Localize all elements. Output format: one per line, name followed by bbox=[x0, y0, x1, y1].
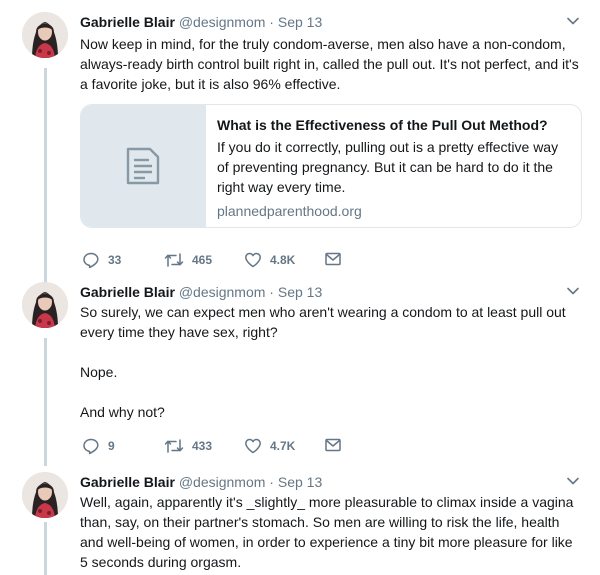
username[interactable]: @designmom bbox=[179, 474, 266, 490]
reply-icon bbox=[83, 252, 99, 269]
envelope-icon bbox=[325, 252, 341, 266]
retweet-icon bbox=[164, 439, 184, 453]
display-name[interactable]: Gabrielle Blair bbox=[80, 474, 175, 490]
separator-dot: · bbox=[269, 14, 274, 30]
tweet-header: Gabrielle Blair @designmom · Sep 13 bbox=[80, 12, 582, 32]
reply-count: 33 bbox=[108, 253, 122, 267]
tweet-date[interactable]: Sep 13 bbox=[278, 14, 322, 30]
tweet-header: Gabrielle Blair @designmom · Sep 13 bbox=[80, 472, 582, 492]
retweet-icon bbox=[164, 253, 184, 267]
tweet-paragraph: Nope. bbox=[80, 364, 118, 380]
card-body: What is the Effectiveness of the Pull Ou… bbox=[217, 115, 573, 221]
tweet-content: Gabrielle Blair @designmom · Sep 13 Now … bbox=[80, 12, 582, 270]
reply-button[interactable]: 9 bbox=[82, 436, 115, 456]
chevron-down-icon[interactable] bbox=[566, 284, 580, 298]
display-name[interactable]: Gabrielle Blair bbox=[80, 14, 175, 30]
envelope-icon bbox=[325, 438, 341, 452]
document-icon bbox=[126, 147, 160, 185]
like-button[interactable]: 4.8K bbox=[244, 250, 295, 270]
tweet-actions: 33 465 4.8K bbox=[80, 250, 582, 270]
username[interactable]: @designmom bbox=[179, 14, 266, 30]
retweet-button[interactable]: 465 bbox=[164, 250, 212, 270]
reply-icon bbox=[83, 438, 99, 455]
avatar[interactable] bbox=[22, 282, 68, 328]
card-description: If you do it correctly, pulling out is a… bbox=[217, 139, 559, 195]
tweet-paragraph: So surely, we can expect men who aren't … bbox=[80, 304, 566, 340]
card-domain: plannedparenthood.org bbox=[217, 203, 362, 219]
direct-message-button[interactable] bbox=[324, 250, 350, 268]
tweet-actions: 9 433 4.7K bbox=[80, 436, 582, 456]
tweet-paragraph: Now keep in mind, for the truly condom-a… bbox=[80, 36, 579, 92]
like-count: 4.8K bbox=[270, 253, 296, 267]
like-count: 4.7K bbox=[270, 439, 296, 453]
separator-dot: · bbox=[269, 284, 274, 300]
tweet-date[interactable]: Sep 13 bbox=[278, 284, 322, 300]
tweet-paragraph: Well, again, apparently it's _slightly_ … bbox=[80, 494, 574, 570]
chevron-down-icon[interactable] bbox=[566, 14, 580, 28]
link-card[interactable]: What is the Effectiveness of the Pull Ou… bbox=[80, 104, 582, 228]
reply-button[interactable]: 33 bbox=[82, 250, 121, 270]
tweet-text: So surely, we can expect men who aren't … bbox=[80, 302, 582, 422]
display-name[interactable]: Gabrielle Blair bbox=[80, 284, 175, 300]
retweet-count: 433 bbox=[192, 439, 213, 453]
tweet-date[interactable]: Sep 13 bbox=[278, 474, 322, 490]
tweet-header: Gabrielle Blair @designmom · Sep 13 bbox=[80, 282, 582, 302]
like-button[interactable]: 4.7K bbox=[244, 436, 295, 456]
heart-icon bbox=[245, 438, 261, 454]
separator-dot: · bbox=[269, 474, 274, 490]
thread-line bbox=[44, 338, 47, 466]
avatar[interactable] bbox=[22, 12, 68, 58]
direct-message-button[interactable] bbox=[324, 436, 350, 454]
thread-line bbox=[44, 68, 47, 282]
thread-line bbox=[44, 522, 47, 575]
card-title: What is the Effectiveness of the Pull Ou… bbox=[217, 117, 548, 133]
username[interactable]: @designmom bbox=[179, 284, 266, 300]
heart-icon bbox=[245, 252, 261, 268]
tweet-content: Gabrielle Blair @designmom · Sep 13 So s… bbox=[80, 282, 582, 456]
tweet-paragraph: And why not? bbox=[80, 404, 165, 420]
tweet-content: Gabrielle Blair @designmom · Sep 13 Well… bbox=[80, 472, 582, 572]
tweet-text: Now keep in mind, for the truly condom-a… bbox=[80, 34, 582, 94]
avatar[interactable] bbox=[22, 472, 68, 518]
reply-count: 9 bbox=[108, 439, 115, 453]
tweet-text: Well, again, apparently it's _slightly_ … bbox=[80, 492, 582, 572]
retweet-count: 465 bbox=[192, 253, 213, 267]
chevron-down-icon[interactable] bbox=[566, 474, 580, 488]
card-thumbnail bbox=[81, 105, 206, 227]
retweet-button[interactable]: 433 bbox=[164, 436, 212, 456]
